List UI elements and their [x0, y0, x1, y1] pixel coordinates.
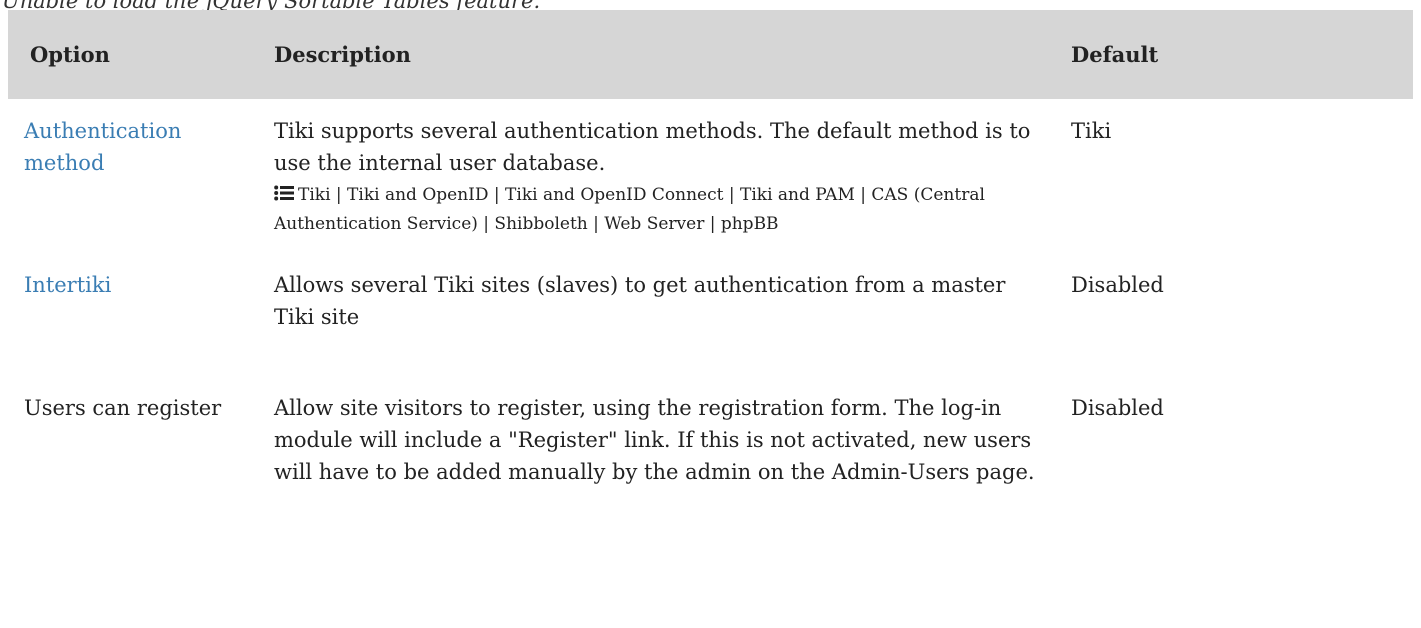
description-cell: Allow site visitors to register, using t… [274, 396, 1035, 484]
description-cell: Tiki supports several authentication met… [266, 99, 1063, 253]
table-row: Users can register Allow site visitors t… [8, 376, 1413, 552]
column-header-description[interactable]: Description [266, 10, 1063, 99]
option-values: Tiki | Tiki and OpenID | Tiki and OpenID… [274, 181, 1047, 239]
default-cell: Disabled [1071, 396, 1164, 420]
options-table-wrapper: Option Description Default Authenticatio… [0, 10, 1421, 552]
option-values-text: Tiki | Tiki and OpenID | Tiki and OpenID… [274, 185, 985, 234]
table-row: Intertiki Allows several Tiki sites (sla… [8, 253, 1413, 376]
option-link-authentication-method[interactable]: Authentication method [24, 119, 181, 175]
table-row: Authentication method Tiki supports seve… [8, 99, 1413, 253]
column-header-default[interactable]: Default [1063, 10, 1413, 99]
default-cell: Disabled [1071, 273, 1164, 297]
default-cell: Tiki [1071, 119, 1112, 143]
option-description: Tiki supports several authentication met… [274, 119, 1031, 175]
description-cell: Allows several Tiki sites (slaves) to ge… [274, 273, 1006, 329]
column-header-option[interactable]: Option [8, 10, 266, 99]
option-cell: Intertiki [8, 253, 266, 376]
table-header-row: Option Description Default [8, 10, 1413, 99]
list-icon [274, 185, 294, 201]
options-table: Option Description Default Authenticatio… [8, 10, 1413, 552]
option-link-intertiki[interactable]: Intertiki [24, 273, 111, 297]
option-cell-users-can-register: Users can register [24, 396, 222, 420]
option-cell: Authentication method [8, 99, 266, 253]
